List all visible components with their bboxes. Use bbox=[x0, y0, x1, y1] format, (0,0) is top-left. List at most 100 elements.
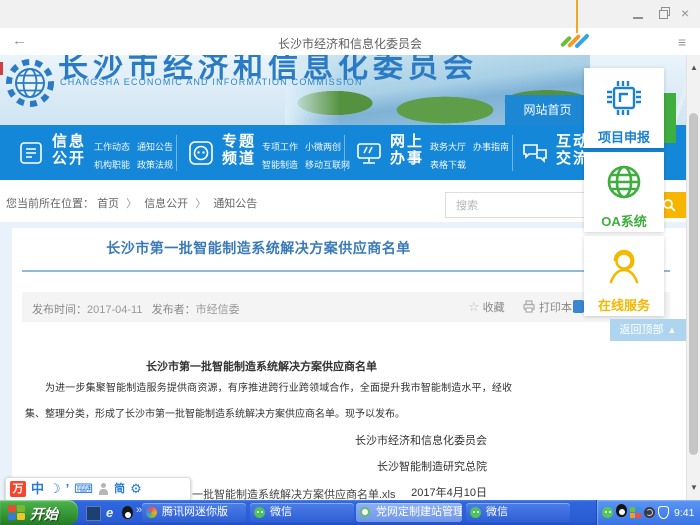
globe-icon bbox=[602, 160, 646, 204]
article-body-title: 长沙市第一批智能制造系统解决方案供应商名单 bbox=[25, 358, 498, 374]
nav-sublinks: 专项工作小微两创 智能制造移动互联网 bbox=[262, 137, 357, 172]
side-card-oa-system[interactable]: OA系统 bbox=[584, 152, 664, 232]
nav-link[interactable]: 政策法规 bbox=[137, 158, 173, 171]
favorite-label: 收藏 bbox=[483, 302, 505, 314]
browser-logo-icon[interactable] bbox=[560, 29, 590, 53]
up-triangle-icon: ▲ bbox=[668, 325, 677, 335]
site-builder-icon bbox=[360, 507, 370, 517]
minimize-icon[interactable] bbox=[633, 11, 643, 19]
favorite-button[interactable]: ☆收藏 bbox=[468, 299, 505, 315]
share-icon[interactable] bbox=[573, 300, 584, 313]
start-label: 开始 bbox=[30, 504, 58, 524]
nav-title-line2: 频道 bbox=[222, 150, 256, 167]
nav-link[interactable]: 通知公告 bbox=[137, 140, 173, 153]
nav-title-line1: 网上 bbox=[390, 133, 424, 150]
chip-icon bbox=[602, 76, 646, 120]
ime-toolbar: 万 中 ☽ ’ ⌨ 简 ⚙ bbox=[5, 477, 191, 501]
publish-time-label: 发布时间： bbox=[32, 304, 87, 316]
nav-divider bbox=[344, 135, 345, 171]
side-card-project-apply[interactable]: 项目申报 bbox=[584, 68, 664, 148]
ime-account-icon[interactable] bbox=[98, 482, 109, 496]
tray-input-method-icon[interactable] bbox=[644, 507, 655, 518]
tray-wechat-icon[interactable] bbox=[602, 507, 613, 518]
title-divider bbox=[22, 270, 670, 272]
scroll-down-icon[interactable]: ▼ bbox=[690, 483, 698, 492]
signature-org1: 长沙市经济和信息化委员会 bbox=[25, 428, 487, 454]
close-icon[interactable]: × bbox=[681, 6, 689, 20]
scroll-up-icon[interactable]: ▲ bbox=[690, 63, 698, 72]
show-desktop-icon[interactable] bbox=[86, 506, 101, 521]
task-site-builder[interactable]: 党网定制建站管理... bbox=[356, 503, 462, 522]
publisher-label: 发布者： bbox=[152, 304, 196, 316]
task-label: 微信 bbox=[270, 506, 292, 518]
gear-globe-logo-icon bbox=[4, 57, 56, 114]
system-tray: 9:41 bbox=[596, 500, 700, 525]
ime-keyboard-icon[interactable]: ⌨ bbox=[74, 481, 93, 497]
wechat-icon bbox=[254, 507, 265, 518]
nav-divider bbox=[512, 135, 513, 171]
window-titlebar: × bbox=[0, 0, 700, 29]
back-to-top-button[interactable]: 返回顶部▲ bbox=[610, 319, 686, 341]
ime-simplified-icon[interactable]: 简 bbox=[114, 481, 125, 497]
ime-chinese-mode-icon[interactable]: 中 bbox=[31, 481, 44, 497]
article-meta: 发布时间：2017-04-11 发布者：市经信委 bbox=[32, 301, 240, 317]
start-button[interactable]: 开始 bbox=[0, 500, 78, 525]
hamburger-menu-icon[interactable]: ≡ bbox=[678, 34, 686, 50]
nav-link[interactable]: 智能制造 bbox=[262, 158, 298, 171]
breadcrumb-home[interactable]: 首页 bbox=[97, 198, 119, 210]
task-tencent-mini[interactable]: 腾讯网迷你版 bbox=[142, 503, 246, 522]
nav-link[interactable]: 机构职能 bbox=[94, 158, 130, 171]
home-button[interactable]: 网站首页 bbox=[505, 95, 590, 125]
nav-title[interactable]: 网上办事 bbox=[390, 133, 424, 167]
restore-icon[interactable] bbox=[659, 9, 668, 18]
ime-settings-gear-icon[interactable]: ⚙ bbox=[130, 481, 142, 497]
page-title: 长沙市经济和信息化委员会 bbox=[0, 35, 700, 52]
nav-title-line1: 专题 bbox=[222, 133, 256, 150]
nav-title[interactable]: 信息公开 bbox=[52, 133, 86, 167]
side-card-online-service[interactable]: 在线服务 bbox=[584, 236, 664, 316]
star-icon: ☆ bbox=[468, 299, 480, 314]
task-label: 微信 bbox=[486, 506, 508, 518]
ime-logo-icon[interactable]: 万 bbox=[10, 481, 26, 497]
breadcrumb-label: 您当前所在位置： bbox=[6, 198, 94, 210]
nav-link[interactable]: 专项工作 bbox=[262, 140, 298, 153]
nav-link[interactable]: 工作动态 bbox=[94, 140, 130, 153]
tray-app-grid-icon[interactable] bbox=[630, 507, 641, 518]
wechat-icon bbox=[470, 507, 481, 518]
printer-icon bbox=[522, 300, 536, 313]
tray-qq-icon[interactable] bbox=[616, 504, 627, 522]
news-icon bbox=[16, 138, 46, 173]
nav-link[interactable]: 办事指南 bbox=[473, 140, 509, 153]
nav-title-line2: 办事 bbox=[390, 150, 424, 167]
org-name-en: CHANGSHA ECONOMIC AND INFORMATION COMMIS… bbox=[60, 77, 363, 87]
clock: 9:41 bbox=[674, 507, 694, 519]
breadcrumb-info[interactable]: 信息公开 bbox=[144, 198, 188, 210]
breadcrumb-sep: 〉 bbox=[195, 198, 206, 210]
headset-person-icon bbox=[602, 244, 646, 288]
breadcrumb: 您当前所在位置： 首页 〉 信息公开 〉 通知公告 bbox=[6, 195, 257, 211]
tray-security-shield-icon[interactable] bbox=[658, 506, 669, 519]
browser-toolbar: ← 长沙市经济和信息化委员会 ≡ bbox=[0, 28, 700, 55]
nav-title-line2: 公开 bbox=[52, 150, 86, 167]
chat-bubbles-icon bbox=[520, 138, 550, 173]
ime-halfwidth-icon[interactable]: ☽ bbox=[49, 481, 61, 497]
side-card-label: 在线服务 bbox=[584, 295, 664, 314]
scrollbar-thumb[interactable] bbox=[689, 113, 698, 455]
task-wechat-2[interactable]: 微信 bbox=[466, 503, 570, 522]
scrollbar[interactable]: ▲ ▼ bbox=[686, 55, 700, 500]
breadcrumb-notice[interactable]: 通知公告 bbox=[213, 198, 257, 210]
nav-title[interactable]: 专题频道 bbox=[222, 133, 256, 167]
nav-sublinks: 工作动态通知公告 机构职能政策法规 bbox=[94, 137, 180, 172]
nav-link[interactable]: 表格下载 bbox=[430, 158, 466, 171]
qq-icon[interactable] bbox=[122, 506, 133, 524]
ime-punctuation-icon[interactable]: ’ bbox=[66, 481, 70, 497]
banner-edge-decoration bbox=[0, 62, 3, 75]
publisher: 市经信委 bbox=[196, 304, 240, 316]
channel-icon bbox=[186, 138, 216, 173]
task-label: 党网定制建站管理... bbox=[376, 506, 462, 518]
nav-link[interactable]: 政务大厅 bbox=[430, 140, 466, 153]
article-paragraph: 为进一步集聚智能制造服务提供商资源，有序推进跨行业跨领域合作，全面提升我市智能制… bbox=[25, 376, 512, 428]
task-wechat-1[interactable]: 微信 bbox=[250, 503, 354, 522]
nav-link[interactable]: 小微两创 bbox=[305, 140, 341, 153]
internet-explorer-icon[interactable]: e bbox=[106, 506, 113, 519]
